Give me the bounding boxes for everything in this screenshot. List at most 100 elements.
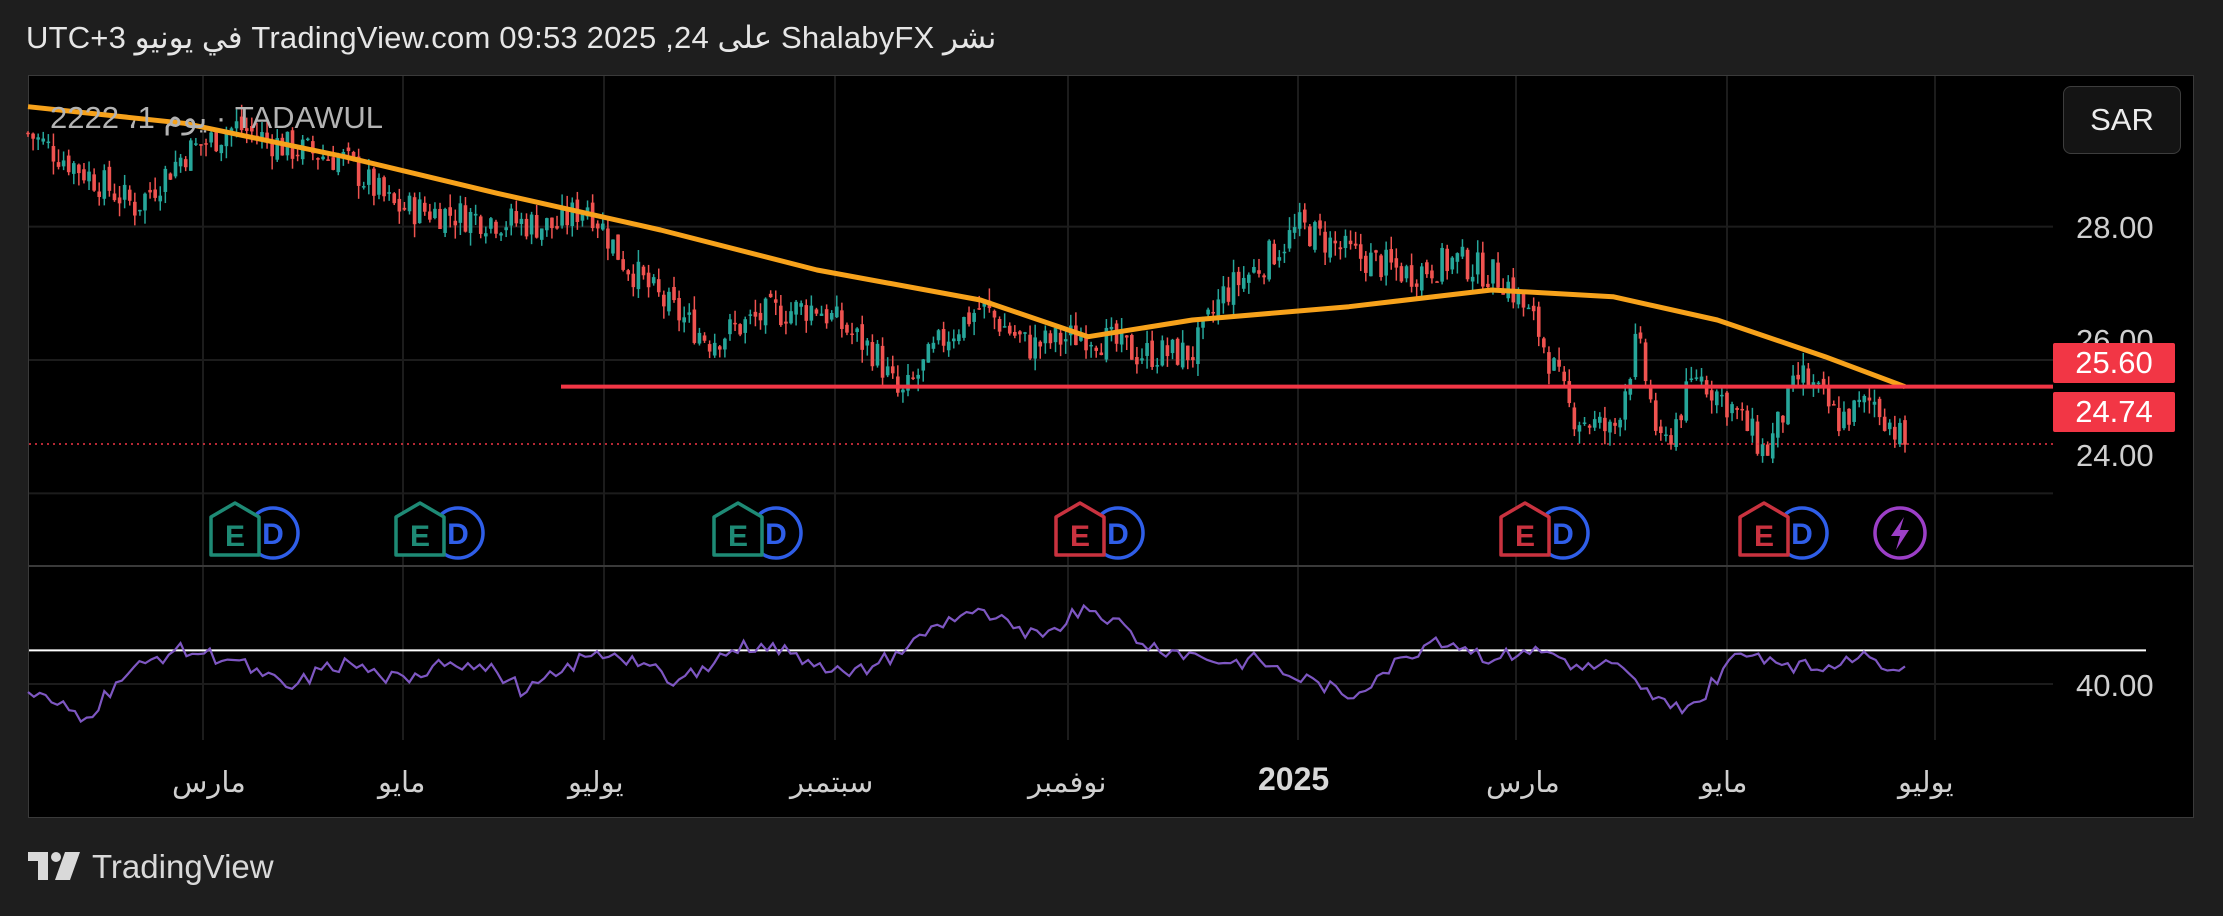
candle-body	[804, 305, 809, 321]
candle-body	[412, 197, 417, 225]
candle-body	[1857, 399, 1862, 403]
candle-body	[102, 170, 107, 199]
candle-body	[1089, 344, 1093, 347]
candle-body	[662, 294, 666, 307]
candle-body	[896, 376, 900, 393]
candle-body	[453, 220, 458, 226]
candle-body	[972, 312, 976, 322]
candle-body	[143, 193, 147, 211]
candle-body	[992, 310, 997, 318]
candle-body	[1577, 425, 1582, 432]
candle-body	[1496, 262, 1500, 288]
candle-body	[799, 303, 803, 307]
candle-body	[789, 311, 793, 324]
candle-body	[1018, 331, 1022, 335]
candle-body	[1465, 249, 1470, 280]
candle-body	[402, 207, 407, 210]
candle-body	[1277, 257, 1282, 261]
candle-body	[794, 301, 798, 315]
moving-average-line	[27, 104, 1906, 390]
candle-body	[616, 234, 620, 260]
candle-body	[687, 312, 692, 315]
candle-body	[1206, 309, 1210, 315]
candle-body	[372, 168, 376, 196]
candle-body	[1419, 266, 1424, 291]
earnings-icon-label: E	[1515, 520, 1535, 553]
candle-body	[117, 197, 122, 204]
candle-body	[865, 340, 870, 346]
candle-body	[1725, 392, 1729, 418]
candle-body	[1842, 411, 1846, 429]
price-chart[interactable]: DE DE DE DE DE DE	[0, 0, 2223, 916]
candle-body	[1735, 408, 1739, 410]
candle-body	[1765, 444, 1770, 456]
candle-body	[1328, 237, 1333, 258]
candle-body	[1353, 243, 1358, 246]
candle-body	[1160, 340, 1165, 366]
candle-body	[153, 189, 157, 198]
candle-body	[1730, 404, 1734, 414]
candle-body	[367, 169, 371, 185]
candle-body	[941, 329, 946, 346]
candle-body	[1150, 340, 1154, 367]
candle-body	[173, 161, 178, 177]
tradingview-logo[interactable]: TradingView	[28, 848, 274, 886]
candle-body	[773, 299, 778, 303]
candle-body	[504, 227, 508, 231]
candle-body	[1689, 378, 1694, 380]
candle-body	[1124, 335, 1129, 338]
candle-body	[1455, 253, 1460, 262]
time-tick-jul-2024: يوليو	[568, 767, 624, 799]
candle-body	[1358, 244, 1363, 259]
candle-body	[1343, 235, 1348, 249]
candle-body	[1282, 251, 1287, 254]
candle-body	[1786, 386, 1790, 425]
candle-body	[1714, 391, 1719, 406]
candle-body	[321, 156, 325, 160]
candle-body	[1155, 365, 1160, 367]
candle-body	[1384, 249, 1388, 276]
candle-body	[1608, 421, 1612, 433]
candle-body	[1389, 249, 1394, 263]
candle-body	[397, 198, 402, 212]
candle-body	[1852, 400, 1856, 422]
candle-body	[611, 239, 615, 254]
candle-body	[204, 143, 208, 145]
candle-body	[448, 207, 452, 216]
candle-body	[194, 143, 198, 145]
candle-body	[911, 377, 915, 379]
price-tick-26: 26.00	[2076, 323, 2154, 343]
candle-body	[77, 164, 81, 174]
candle-body	[885, 366, 890, 376]
candle-body	[1007, 325, 1012, 334]
candle-body	[1481, 252, 1485, 287]
candle-body	[677, 298, 681, 321]
candle-body	[514, 211, 519, 224]
candle-body	[1450, 257, 1455, 270]
candle-body	[1272, 243, 1277, 265]
candle-body	[921, 359, 926, 371]
candle-body	[977, 308, 982, 310]
candle-body	[824, 309, 829, 324]
candle-body	[1470, 276, 1475, 282]
candle-body	[1460, 246, 1465, 257]
candle-body	[377, 177, 381, 195]
candle-body	[733, 322, 737, 325]
time-tick-jul-2025: يوليو	[1898, 767, 1954, 799]
candle-body	[1475, 252, 1480, 275]
candle-body	[1308, 226, 1312, 247]
candle-body	[112, 193, 117, 201]
candle-body	[600, 223, 605, 230]
candle-body	[672, 286, 676, 301]
candle-body	[1760, 444, 1765, 457]
candle-body	[1567, 381, 1572, 404]
candle-body	[545, 218, 549, 231]
candle-body	[763, 298, 768, 326]
candle-body	[1653, 400, 1658, 431]
candle-body	[834, 306, 839, 318]
candle-body	[346, 147, 351, 152]
currency-button[interactable]: SAR	[2063, 86, 2181, 154]
candle-body	[1257, 270, 1261, 274]
candle-body	[550, 217, 554, 229]
candle-body	[926, 344, 931, 363]
